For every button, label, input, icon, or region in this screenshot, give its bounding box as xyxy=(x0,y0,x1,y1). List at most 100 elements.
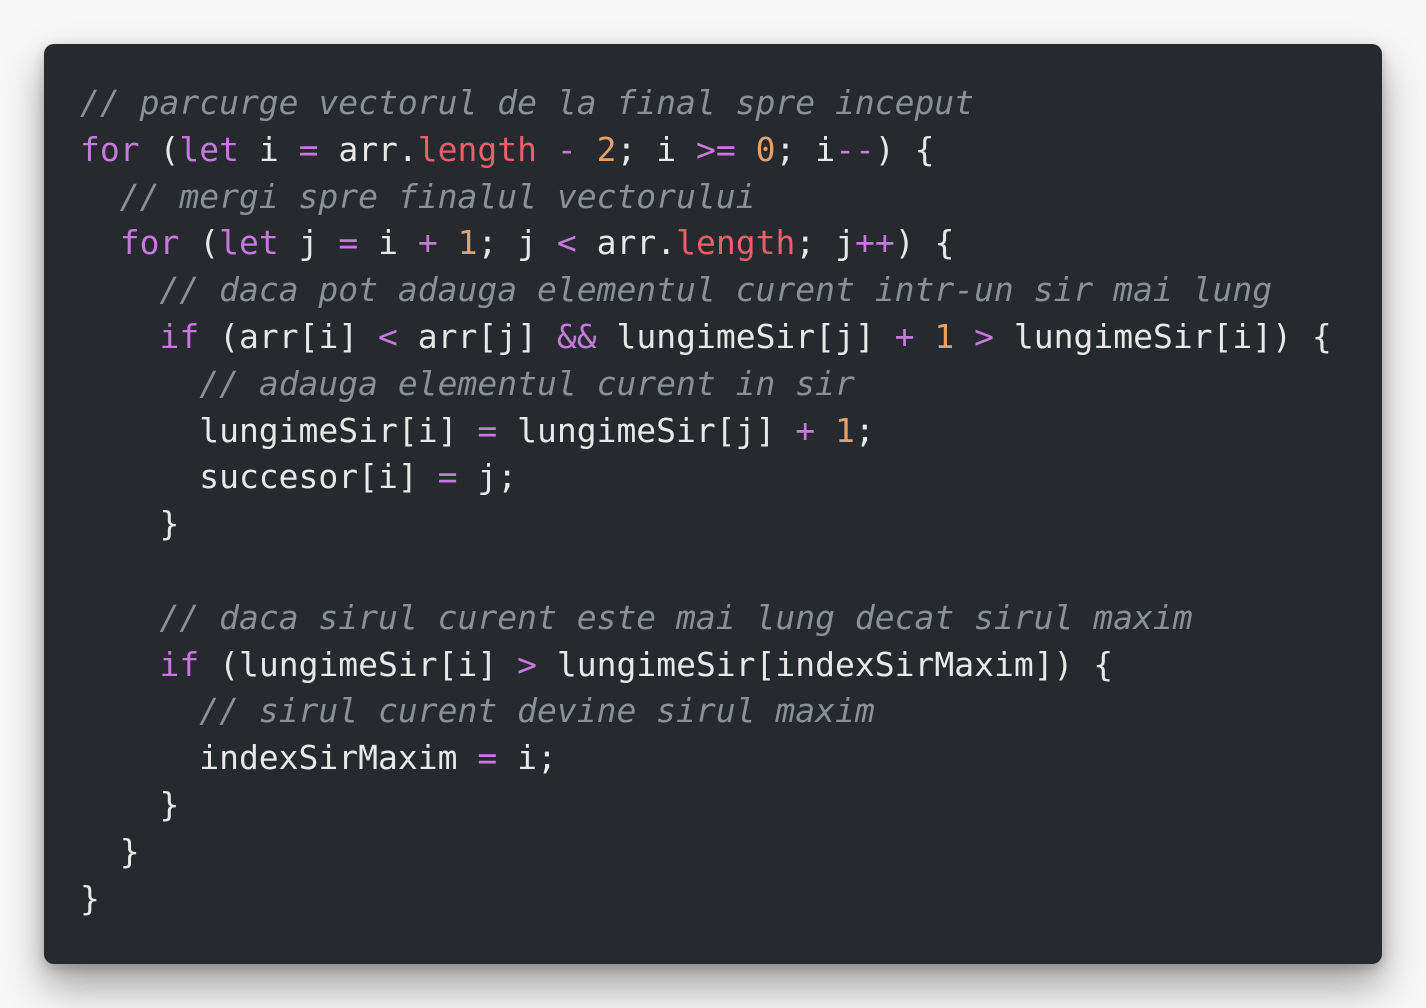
code-token-comment: // daca pot adauga elementul curent intr… xyxy=(159,270,1273,310)
code-token-plain: arr. xyxy=(318,129,418,169)
code-line: } xyxy=(80,876,1332,923)
code-line: } xyxy=(80,782,1332,829)
code-token-plain: lungimeSir[i] xyxy=(80,410,478,450)
code-line: } xyxy=(80,829,1332,876)
code-line: // parcurge vectorul de la final spre in… xyxy=(80,80,1332,127)
code-token-plain: (lungimeSir[i] xyxy=(199,644,518,684)
code-line: for (let j = i + 1; j < arr.length; j++)… xyxy=(80,220,1332,267)
code-token-operator: - xyxy=(556,129,577,169)
code-line: for (let i = arr.length - 2; i >= 0; i--… xyxy=(80,127,1332,174)
code-line: // daca pot adauga elementul curent intr… xyxy=(80,267,1332,314)
code-line: if (lungimeSir[i] > lungimeSir[indexSirM… xyxy=(80,642,1332,689)
code-token-plain: ) { xyxy=(874,129,935,169)
code-token-operator: ++ xyxy=(854,223,895,263)
code-token-number: 2 xyxy=(596,129,617,169)
code-token-operator: < xyxy=(556,223,577,263)
code-line: // mergi spre finalul vectorului xyxy=(80,174,1332,221)
code-token-plain: i xyxy=(358,223,418,263)
code-token-operator: > xyxy=(974,316,995,356)
code-token-operator: = xyxy=(477,410,498,450)
code-token-plain: i; xyxy=(497,738,557,778)
code-token-plain: ; j xyxy=(795,223,855,263)
code-token-operator: + xyxy=(894,316,915,356)
code-token-plain: lungimeSir[indexSirMaxim]) { xyxy=(537,644,1114,684)
code-token-plain: ( xyxy=(179,223,220,263)
code-token-operator: -- xyxy=(835,129,875,169)
code-token-plain: } xyxy=(80,784,180,824)
code-line: // sirul curent devine sirul maxim xyxy=(80,688,1332,735)
code-token-comment: // mergi spre finalul vectorului xyxy=(119,176,756,216)
code-token-operator: + xyxy=(417,223,438,263)
code-token-plain: j; xyxy=(457,457,518,497)
code-token-operator: && xyxy=(556,316,597,356)
code-token-number: 1 xyxy=(835,410,855,450)
code-token-keyword: for xyxy=(119,223,180,263)
code-line: // adauga elementul curent in sir xyxy=(80,361,1332,408)
code-token-plain: } xyxy=(80,878,100,918)
code-token-keyword: let xyxy=(179,129,239,169)
code-token-plain: arr. xyxy=(576,223,677,263)
code-token-plain: (arr[i] xyxy=(199,316,379,356)
code-token-plain: j xyxy=(278,223,339,263)
code-line: } xyxy=(80,501,1332,548)
code-token-comment: // sirul curent devine sirul maxim xyxy=(199,691,875,731)
code-token-plain: i xyxy=(238,129,299,169)
code-token-comment: // adauga elementul curent in sir xyxy=(199,363,855,403)
code-token-comment: // daca sirul curent este mai lung decat… xyxy=(159,597,1193,637)
code-token-number: 0 xyxy=(755,129,776,169)
code-token-plain: lungimeSir[j] xyxy=(596,316,895,356)
code-token-plain: ) { xyxy=(894,223,955,263)
code-token-plain: ( xyxy=(139,129,180,169)
code-token-plain: lungimeSir[i]) { xyxy=(994,316,1332,356)
code-token-operator: + xyxy=(795,410,816,450)
code-token-plain: ; i xyxy=(775,129,836,169)
code-token-operator: >= xyxy=(696,129,736,169)
code-token-number: 1 xyxy=(457,223,478,263)
code-token-operator: = xyxy=(298,129,319,169)
code-line: lungimeSir[i] = lungimeSir[j] + 1; xyxy=(80,408,1332,455)
code-token-number: 1 xyxy=(934,316,955,356)
code-token-operator: = xyxy=(338,223,359,263)
code-token-operator: = xyxy=(437,457,458,497)
code-token-keyword: if xyxy=(159,644,200,684)
code-token-property: length xyxy=(417,129,538,169)
code-token-operator: < xyxy=(378,316,398,356)
code-token-operator: = xyxy=(477,738,498,778)
code-token-plain: arr[j] xyxy=(397,316,557,356)
code-token-plain: ; xyxy=(854,410,875,450)
code-token-operator: > xyxy=(517,644,537,684)
code-line: // daca sirul curent este mai lung decat… xyxy=(80,595,1332,642)
code-token-keyword: let xyxy=(219,223,279,263)
code-block: // parcurge vectorul de la final spre in… xyxy=(80,80,1332,922)
code-line: indexSirMaxim = i; xyxy=(80,735,1332,782)
code-line: if (arr[i] < arr[j] && lungimeSir[j] + 1… xyxy=(80,314,1332,361)
code-token-plain: succesor[i] xyxy=(80,457,438,497)
code-token-plain: } xyxy=(80,504,180,544)
code-token-plain: ; i xyxy=(616,129,696,169)
code-line: succesor[i] = j; xyxy=(80,454,1332,501)
code-token-keyword: if xyxy=(159,316,200,356)
code-token-plain: indexSirMaxim xyxy=(80,738,478,778)
code-token-property: length xyxy=(676,223,796,263)
code-token-plain: } xyxy=(80,831,140,871)
code-token-plain: lungimeSir[j] xyxy=(497,410,796,450)
code-token-keyword: for xyxy=(80,129,140,169)
code-snippet-window: // parcurge vectorul de la final spre in… xyxy=(44,44,1382,964)
code-token-comment: // parcurge vectorul de la final spre in… xyxy=(80,83,975,122)
